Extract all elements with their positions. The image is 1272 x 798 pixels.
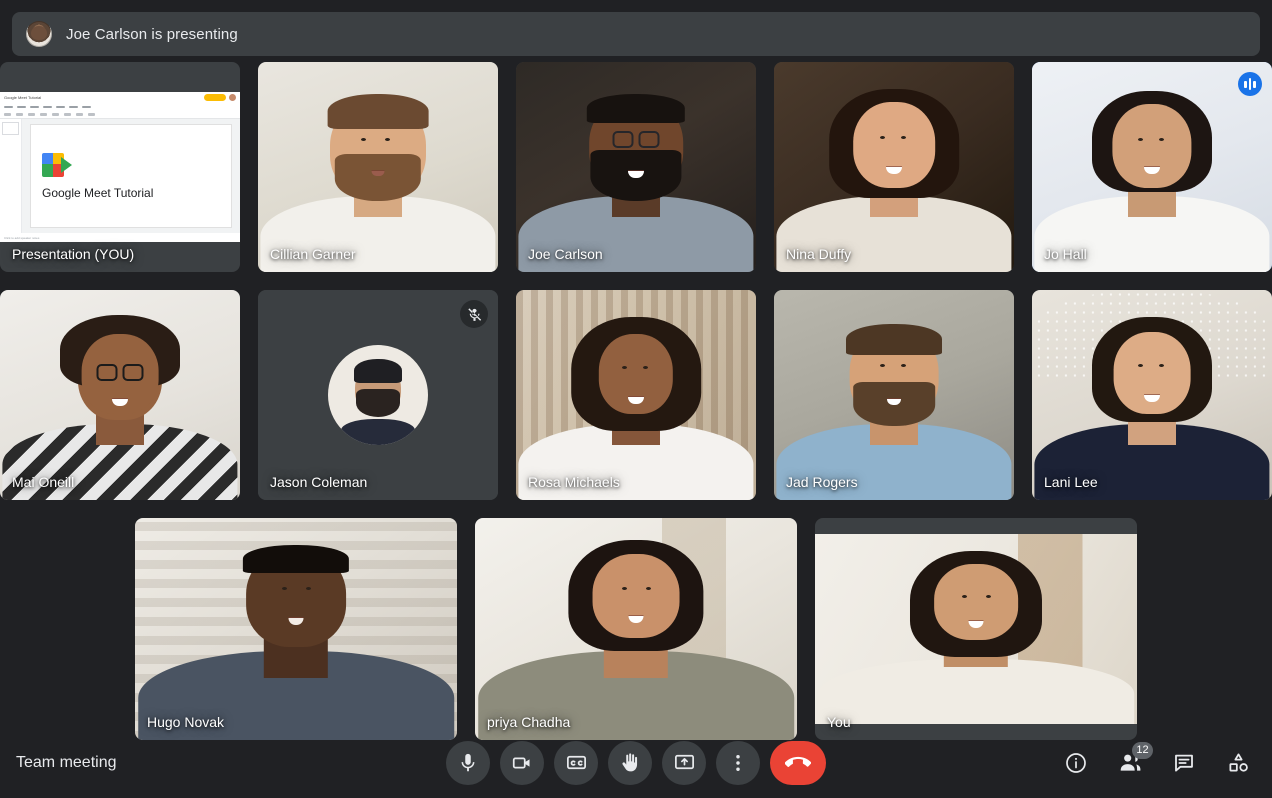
avatar: [328, 345, 428, 445]
tile-you[interactable]: You: [815, 518, 1137, 740]
bottom-toolbar: Team meeting 12: [0, 727, 1272, 798]
slides-account-avatar: [229, 94, 236, 101]
joe-carlson-avatar: [26, 21, 52, 47]
more-vertical-icon: [736, 754, 740, 771]
activities-button[interactable]: [1220, 745, 1256, 781]
presenting-banner: Joe Carlson is presenting: [12, 12, 1260, 56]
right-toolbar: 12: [1058, 741, 1256, 781]
participant-video: [1032, 62, 1272, 272]
microphone-button[interactable]: [446, 740, 490, 785]
speaking-indicator-icon: [1238, 72, 1262, 96]
slides-menubar: [0, 103, 240, 110]
chat-icon: [1175, 754, 1193, 771]
present-screen-button[interactable]: [662, 740, 706, 785]
tile-label: Jo Hall: [1044, 246, 1087, 262]
participant-video: [516, 290, 756, 500]
raise-hand-button[interactable]: [608, 740, 652, 785]
present-screen-icon: [674, 754, 694, 770]
video-camera-icon: [512, 757, 530, 768]
activities-icon: [1228, 753, 1248, 772]
slides-canvas: Google Meet Tutorial: [22, 119, 240, 233]
captions-button[interactable]: [554, 740, 598, 785]
people-count-badge: 12: [1132, 741, 1153, 759]
tile-label: Lani Lee: [1044, 474, 1098, 490]
tile-rosa-michaels[interactable]: Rosa Michaels: [516, 290, 756, 500]
meeting-name: Team meeting: [16, 753, 117, 771]
slides-speaker-notes-text: Click to add speaker notes: [4, 235, 40, 240]
participant-video: [774, 62, 1014, 272]
slide-thumbnail: [2, 122, 19, 135]
end-call-icon: [785, 756, 811, 767]
tile-label: Cillian Garner: [270, 246, 356, 262]
participant-video: [1032, 290, 1272, 500]
tile-label: Jason Coleman: [270, 474, 368, 490]
participant-video: [815, 534, 1137, 724]
tile-label: Joe Carlson: [528, 246, 603, 262]
tile-priya-chadha[interactable]: priya Chadha: [475, 518, 797, 740]
participant-video: [258, 62, 498, 272]
participant-video: [135, 518, 457, 740]
slides-topbar: Google Meet Tutorial: [0, 92, 240, 103]
tile-label: Jad Rogers: [786, 474, 858, 490]
participant-video: [516, 62, 756, 272]
slide-page: Google Meet Tutorial: [30, 124, 232, 228]
end-call-button[interactable]: [770, 740, 826, 785]
tile-label: Hugo Novak: [147, 714, 225, 730]
tile-label: Rosa Michaels: [528, 474, 620, 490]
people-button[interactable]: 12: [1112, 741, 1153, 781]
slide-title: Google Meet Tutorial: [42, 185, 154, 200]
slides-body: Google Meet Tutorial: [0, 119, 240, 233]
tile-label: priya Chadha: [487, 714, 571, 730]
raise-hand-icon: [622, 752, 638, 771]
tile-label: Nina Duffy: [786, 246, 852, 262]
google-slides-preview: Google Meet Tutorial Google Meet Tutoria…: [0, 92, 240, 242]
tile-label: Mai Oneill: [12, 474, 75, 490]
tile-jad-rogers[interactable]: Jad Rogers: [774, 290, 1014, 500]
tile-label: You: [827, 714, 851, 730]
chat-button[interactable]: [1166, 745, 1202, 781]
tile-lani-lee[interactable]: Lani Lee: [1032, 290, 1272, 500]
tile-hugo-novak[interactable]: Hugo Novak: [135, 518, 457, 740]
camera-button[interactable]: [500, 740, 544, 785]
tile-jason-coleman[interactable]: Jason Coleman: [258, 290, 498, 500]
info-icon: [1066, 752, 1086, 773]
muted-microphone-icon: [460, 300, 488, 328]
participant-video: [475, 518, 797, 740]
call-controls: [446, 740, 826, 785]
tile-joe-carlson[interactable]: Joe Carlson: [516, 62, 756, 272]
google-meet-logo-icon: [42, 152, 72, 177]
presenting-banner-text: Joe Carlson is presenting: [66, 25, 238, 43]
tile-cillian-garner[interactable]: Cillian Garner: [258, 62, 498, 272]
video-grid-row-1: Google Meet Tutorial Google Meet Tutoria…: [0, 62, 1272, 272]
participant-video: [0, 290, 240, 500]
more-options-button[interactable]: [716, 740, 760, 785]
participant-video: [774, 290, 1014, 500]
tile-jo-hall[interactable]: Jo Hall: [1032, 62, 1272, 272]
video-grid-row-2: Mai Oneill Jason Coleman Rosa Michaels J…: [0, 290, 1272, 500]
slides-doc-title: Google Meet Tutorial: [4, 95, 42, 100]
tile-presentation[interactable]: Google Meet Tutorial Google Meet Tutoria…: [0, 62, 240, 272]
slides-filmstrip: [0, 119, 22, 233]
tile-nina-duffy[interactable]: Nina Duffy: [774, 62, 1014, 272]
closed-captions-icon: [566, 755, 586, 770]
tile-label: Presentation (YOU): [12, 246, 135, 262]
microphone-icon: [461, 753, 475, 771]
slides-toolbar: [0, 110, 240, 119]
tile-mai-oneill[interactable]: Mai Oneill: [0, 290, 240, 500]
video-grid-row-3: Hugo Novak priya Chadha You: [0, 518, 1272, 740]
video-grid: Google Meet Tutorial Google Meet Tutoria…: [0, 62, 1272, 740]
slides-share-button: [204, 94, 226, 101]
meeting-details-button[interactable]: [1058, 745, 1094, 781]
slides-speaker-notes: Click to add speaker notes: [0, 233, 240, 242]
